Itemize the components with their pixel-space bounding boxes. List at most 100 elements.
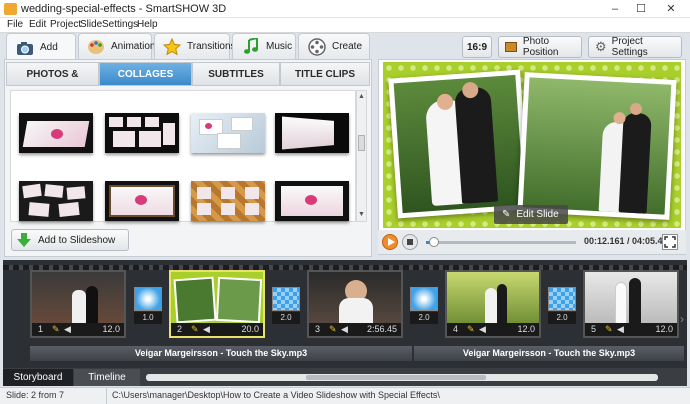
transition-1[interactable]: 1.0 <box>133 287 163 325</box>
status-divider <box>106 388 107 404</box>
pencil-icon[interactable]: ✎ <box>467 324 475 335</box>
tab-add[interactable]: Add <box>6 33 76 61</box>
gear-icon: ⚙ <box>595 39 607 54</box>
collage-thumbnail[interactable] <box>105 181 179 221</box>
collage-thumbnail[interactable] <box>191 181 265 221</box>
scroll-thumb[interactable] <box>358 135 365 151</box>
add-to-slideshow-button[interactable]: Add to Slideshow <box>11 229 129 251</box>
window-title: wedding-special-effects - SmartSHOW 3D <box>21 3 227 15</box>
camera-icon <box>15 38 34 57</box>
pencil-icon[interactable]: ✎ <box>329 324 337 335</box>
pencil-icon[interactable]: ✎ <box>605 324 613 335</box>
speaker-icon[interactable]: ◀ <box>341 324 348 335</box>
tab-add-label: Add <box>40 42 58 53</box>
pencil-icon[interactable]: ✎ <box>52 324 60 335</box>
seek-track[interactable] <box>426 237 576 247</box>
subtab-collages[interactable]: COLLAGES <box>99 62 192 86</box>
title-bar: wedding-special-effects - SmartSHOW 3D –… <box>0 0 690 18</box>
project-settings-button[interactable]: ⚙ Project Settings <box>588 36 682 58</box>
photo-position-button[interactable]: Photo Position <box>498 36 582 58</box>
subtab-title-clips[interactable]: TITLE CLIPS <box>280 62 370 86</box>
preview-stage[interactable]: ✎ Edit Slide <box>383 62 681 228</box>
close-button[interactable]: ✕ <box>660 1 682 17</box>
menu-bar: File Edit Project Slide Settings Help <box>0 18 690 33</box>
audio-track-2[interactable]: Veigar Margeirsson - Touch the Sky.mp3 <box>414 346 684 361</box>
maximize-button[interactable]: ☐ <box>630 1 652 17</box>
transition-preview <box>272 287 300 311</box>
tab-create-label: Create <box>332 41 363 52</box>
scroll-down-arrow[interactable]: ▼ <box>358 211 365 218</box>
edit-slide-label: Edit Slide <box>516 209 559 220</box>
collage-thumbnail[interactable] <box>105 113 179 153</box>
slide-thumbnail-3[interactable]: 3 ✎ ◀ 2:56.45 <box>307 270 403 338</box>
edit-slide-button[interactable]: ✎ Edit Slide <box>494 205 568 224</box>
photo-frame-right <box>517 72 677 220</box>
collage-thumbnail[interactable] <box>191 113 265 153</box>
scroll-up-arrow[interactable]: ▲ <box>358 93 365 100</box>
transition-duration: 2.0 <box>548 312 576 324</box>
collage-gallery <box>10 90 356 222</box>
tab-storyboard[interactable]: Storyboard <box>3 369 73 386</box>
slide-number: 2 <box>177 324 183 334</box>
music-note-icon <box>241 37 260 56</box>
menu-file[interactable]: File <box>7 19 23 30</box>
slide-duration: 12.0 <box>102 324 120 334</box>
app-icon <box>4 3 17 15</box>
tab-timeline[interactable]: Timeline <box>74 369 140 386</box>
speaker-icon[interactable]: ◀ <box>479 324 486 335</box>
stop-icon <box>407 239 413 245</box>
tab-transitions[interactable]: Transitions <box>154 33 236 59</box>
tab-music[interactable]: Music <box>232 33 296 59</box>
fullscreen-button[interactable] <box>662 234 678 250</box>
audio-track-1[interactable]: Veigar Margeirsson - Touch the Sky.mp3 <box>30 346 412 361</box>
playback-controls: 00:12.161 / 04:05.450 <box>378 230 686 254</box>
status-project-path: C:\Users\manager\Desktop\How to Create a… <box>112 390 440 400</box>
speaker-icon[interactable]: ◀ <box>64 324 71 335</box>
menu-project[interactable]: Project <box>50 19 81 30</box>
slide-thumbnail-5[interactable]: 5 ✎ ◀ 12.0 <box>583 270 679 338</box>
tab-animation-label: Animation <box>111 41 156 52</box>
slide-thumbnail-1[interactable]: 1 ✎ ◀ 12.0 <box>30 270 126 338</box>
storyboard-scroll-right-arrow[interactable]: › <box>680 312 684 326</box>
tab-transitions-label: Transitions <box>187 41 236 52</box>
slide-number: 4 <box>453 324 459 334</box>
transition-3[interactable]: 2.0 <box>409 287 439 325</box>
menu-edit[interactable]: Edit <box>29 19 46 30</box>
pencil-icon[interactable]: ✎ <box>191 324 199 335</box>
slide-duration: 12.0 <box>655 324 673 334</box>
collage-thumbnail[interactable] <box>19 113 93 153</box>
transition-4[interactable]: 2.0 <box>547 287 577 325</box>
green-down-arrow-icon <box>17 233 31 250</box>
status-slide-count: Slide: 2 from 7 <box>6 390 65 400</box>
transition-preview <box>410 287 438 311</box>
collage-thumbnail[interactable] <box>275 181 349 221</box>
star-icon <box>163 37 181 56</box>
collage-thumbnail[interactable] <box>275 113 349 153</box>
collage-thumbnail[interactable] <box>19 181 93 221</box>
gallery-scrollbar[interactable]: ▲ ▼ <box>356 90 367 222</box>
speaker-icon[interactable]: ◀ <box>203 324 210 335</box>
slide-number: 3 <box>315 324 321 334</box>
storyboard-scrollbar[interactable] <box>146 374 658 381</box>
slide-thumbnail-4[interactable]: 4 ✎ ◀ 12.0 <box>445 270 541 338</box>
slide-duration: 20.0 <box>241 324 259 334</box>
menu-settings[interactable]: Settings <box>102 19 138 30</box>
stop-button[interactable] <box>402 234 418 250</box>
minimize-button[interactable]: – <box>604 1 626 17</box>
tab-create[interactable]: Create <box>298 33 370 59</box>
tab-animation[interactable]: Animation <box>78 33 156 59</box>
seek-handle[interactable] <box>428 237 439 247</box>
speaker-icon[interactable]: ◀ <box>617 324 624 335</box>
slide-thumbnail-2[interactable]: 2 ✎ ◀ 20.0 <box>169 270 265 338</box>
transition-duration: 2.0 <box>410 312 438 324</box>
storyboard-scroll-thumb[interactable] <box>306 375 486 380</box>
play-button[interactable] <box>382 234 398 250</box>
subtab-photos-videos[interactable]: PHOTOS & VIDEOS <box>6 62 99 104</box>
tab-music-label: Music <box>266 41 293 52</box>
menu-slide[interactable]: Slide <box>80 19 102 30</box>
menu-help[interactable]: Help <box>137 19 158 30</box>
transition-2[interactable]: 2.0 <box>271 287 301 325</box>
aspect-ratio-button[interactable]: 16:9 <box>462 36 492 58</box>
subtab-subtitles[interactable]: SUBTITLES <box>192 62 280 86</box>
transition-duration: 2.0 <box>272 312 300 324</box>
